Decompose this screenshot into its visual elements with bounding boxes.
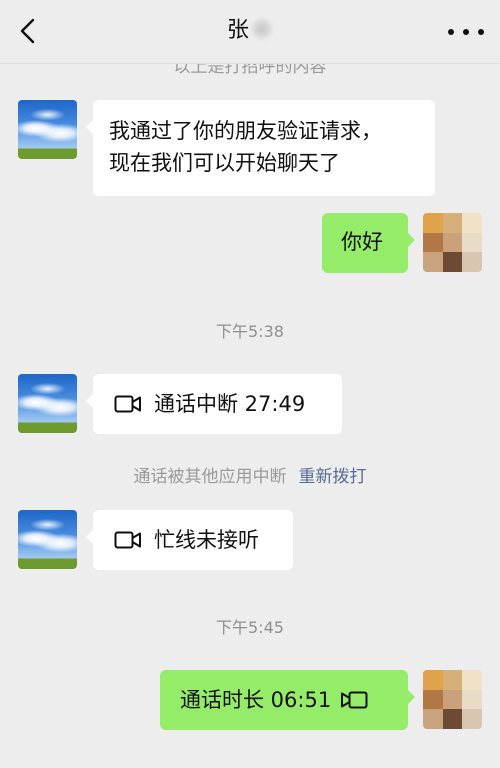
chat-title: 张 — [0, 17, 500, 45]
my-avatar[interactable] — [423, 670, 482, 729]
video-call-icon — [114, 395, 141, 413]
name-blur-mask — [251, 18, 273, 40]
message-text: 你好 — [341, 230, 383, 254]
notice-text: 通话被其他应用中断 — [133, 467, 287, 487]
call-record-bubble[interactable]: 忙线未接听 — [86, 510, 293, 570]
video-call-icon — [114, 531, 141, 549]
timestamp: 下午5:38 — [216, 322, 284, 341]
call-status-text: 忙线未接听 — [154, 528, 259, 552]
contact-avatar[interactable] — [18, 510, 77, 569]
message-bubble-outgoing[interactable]: 你好 — [322, 213, 415, 273]
contact-avatar[interactable] — [18, 374, 77, 433]
redial-link[interactable]: 重新拨打 — [299, 467, 367, 487]
timestamp: 下午5:45 — [216, 618, 284, 637]
message-bubble-incoming[interactable]: 我通过了你的朋友验证请求， 现在我们可以开始聊天了 — [86, 100, 435, 196]
more-button[interactable] — [448, 22, 484, 42]
message-text-line: 我通过了你的朋友验证请求， — [109, 119, 382, 143]
contact-avatar[interactable] — [18, 100, 77, 159]
contact-name: 张 — [226, 18, 249, 43]
video-call-icon — [341, 691, 368, 709]
call-record-bubble-outgoing[interactable]: 通话时长 06:51 — [160, 670, 415, 730]
call-duration-text: 通话时长 06:51 — [180, 688, 332, 712]
call-interrupted-notice: 通话被其他应用中断 重新拨打 — [0, 462, 500, 487]
call-record-bubble[interactable]: 通话中断 27:49 — [86, 374, 342, 434]
call-status-text: 通话中断 27:49 — [154, 392, 306, 416]
my-avatar[interactable] — [423, 213, 482, 272]
chat-header: 张 — [0, 0, 500, 64]
message-text-line: 现在我们可以开始聊天了 — [109, 151, 340, 175]
more-dots-icon — [448, 29, 454, 35]
